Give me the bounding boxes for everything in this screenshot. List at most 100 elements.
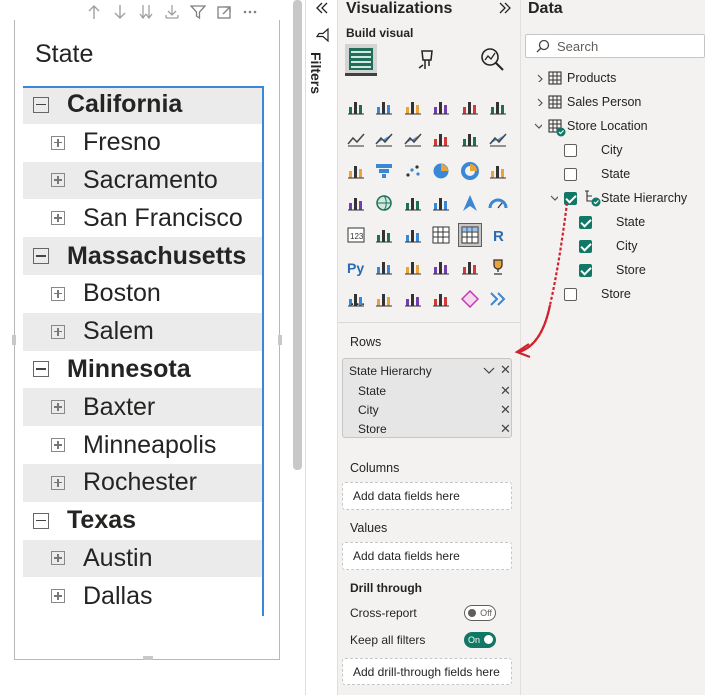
table-sales-person[interactable]: Sales Person xyxy=(567,95,641,109)
table-store-location[interactable]: Store Location xyxy=(567,119,648,133)
card-icon[interactable]: 123 xyxy=(345,224,367,246)
funnel-icon[interactable] xyxy=(373,160,395,182)
focus-mode-icon[interactable] xyxy=(214,2,234,22)
clustered-bar-icon[interactable] xyxy=(373,96,395,118)
rows-field[interactable]: State xyxy=(358,384,386,398)
more-visuals-button[interactable]: ... xyxy=(350,292,366,310)
collapse-icon[interactable] xyxy=(33,512,49,529)
100-column-icon[interactable] xyxy=(487,96,509,118)
matrix-city-row[interactable]: Baxter xyxy=(23,388,263,427)
collapse-pane-icon[interactable] xyxy=(498,1,512,15)
values-well[interactable]: Add data fields here xyxy=(342,542,512,570)
chevron-right-icon[interactable] xyxy=(536,74,544,82)
matrix-state-row[interactable]: California xyxy=(23,86,263,124)
line-column-icon[interactable] xyxy=(430,128,452,150)
table-products[interactable]: Products xyxy=(567,71,616,85)
pie-icon[interactable] xyxy=(430,160,452,182)
stacked-bar-icon[interactable] xyxy=(345,96,367,118)
close-icon[interactable]: ✕ xyxy=(500,402,511,418)
rows-field[interactable]: Store xyxy=(358,422,387,436)
resize-handle[interactable] xyxy=(143,656,153,660)
expand-icon[interactable] xyxy=(51,400,65,415)
collapse-icon[interactable] xyxy=(33,248,49,265)
hierarchy-store-checkbox[interactable] xyxy=(579,264,592,277)
close-icon[interactable]: ✕ xyxy=(500,383,511,399)
ribbon-icon[interactable] xyxy=(487,128,509,150)
rows-field[interactable]: City xyxy=(358,403,379,417)
search-input[interactable]: Search xyxy=(525,34,705,58)
donut-icon[interactable] xyxy=(459,160,481,182)
key-influencers-icon[interactable] xyxy=(373,256,395,278)
city-checkbox[interactable] xyxy=(564,144,577,157)
multi-row-card-icon[interactable] xyxy=(373,224,395,246)
filled-map-icon[interactable] xyxy=(402,192,424,214)
columns-well[interactable]: Add data fields here xyxy=(342,482,512,510)
matrix-city-row[interactable]: Rochester xyxy=(23,463,263,502)
treemap-alt-icon[interactable] xyxy=(345,192,367,214)
matrix-city-row[interactable]: San Francisco xyxy=(23,199,263,237)
expand-icon[interactable] xyxy=(51,324,65,339)
expand-icon[interactable] xyxy=(51,211,65,226)
expand-all-down-icon[interactable] xyxy=(136,2,156,22)
treemap-icon[interactable] xyxy=(487,160,509,182)
canvas-scrollbar[interactable] xyxy=(293,0,302,470)
expand-next-level-icon[interactable] xyxy=(162,2,182,22)
resize-handle[interactable] xyxy=(278,335,282,345)
matrix-city-row[interactable]: Fresno xyxy=(23,124,263,162)
waterfall-icon[interactable] xyxy=(345,160,367,182)
stacked-column-icon[interactable] xyxy=(402,96,424,118)
expand-pane-icon[interactable] xyxy=(315,2,329,14)
area-chart-icon[interactable] xyxy=(373,128,395,150)
narrative-icon[interactable] xyxy=(459,256,481,278)
filter-icon[interactable] xyxy=(188,2,208,22)
drill-down-icon[interactable] xyxy=(110,2,130,22)
close-icon[interactable]: ✕ xyxy=(500,421,511,437)
expand-icon[interactable] xyxy=(51,286,65,301)
chevron-down-icon[interactable] xyxy=(534,122,542,130)
matrix-state-row[interactable]: Minnesota xyxy=(23,351,263,389)
drill-up-icon[interactable] xyxy=(84,2,104,22)
rows-hierarchy-label[interactable]: State Hierarchy xyxy=(349,364,432,378)
build-visual-tab[interactable] xyxy=(345,44,377,76)
cross-report-toggle[interactable]: Off xyxy=(464,605,496,621)
matrix-city-row[interactable]: Austin xyxy=(23,539,263,578)
rows-well[interactable]: State Hierarchy ✕ State ✕ City ✕ Store ✕ xyxy=(342,358,512,438)
expand-icon[interactable] xyxy=(51,135,65,150)
matrix-icon[interactable] xyxy=(457,223,482,247)
decomposition-tree-icon[interactable] xyxy=(402,256,424,278)
matrix-city-row[interactable]: Dallas xyxy=(23,577,263,615)
shape-map-icon[interactable] xyxy=(430,192,452,214)
more-options-icon[interactable] xyxy=(240,2,260,22)
analytics-icon[interactable] xyxy=(479,46,505,72)
field-store[interactable]: Store xyxy=(601,287,631,301)
azure-map-icon[interactable] xyxy=(459,192,481,214)
hierarchy-city-checkbox[interactable] xyxy=(579,240,592,253)
metrics-icon[interactable] xyxy=(430,288,452,310)
hierarchy-level-state[interactable]: State xyxy=(616,215,645,229)
stacked-area-icon[interactable] xyxy=(402,128,424,150)
resize-handle[interactable] xyxy=(12,335,16,345)
matrix-city-row[interactable]: Sacramento xyxy=(23,161,263,200)
globe-map-icon[interactable] xyxy=(373,192,395,214)
collapse-icon[interactable] xyxy=(33,361,49,378)
matrix-city-row[interactable]: Boston xyxy=(23,275,263,313)
filters-pane[interactable]: Filters xyxy=(305,0,338,695)
hierarchy-level-city[interactable]: City xyxy=(616,239,638,253)
expand-icon[interactable] xyxy=(51,173,65,188)
diamond-icon[interactable] xyxy=(459,288,481,310)
scatter-icon[interactable] xyxy=(402,160,424,182)
expand-icon[interactable] xyxy=(51,438,65,453)
chevron-right-icon[interactable] xyxy=(536,98,544,106)
state-checkbox[interactable] xyxy=(564,168,577,181)
power-apps-icon[interactable] xyxy=(373,288,395,310)
expand-icon[interactable] xyxy=(51,475,65,490)
hierarchy-level-store[interactable]: Store xyxy=(616,263,646,277)
matrix-city-row[interactable]: Salem xyxy=(23,312,263,351)
100-bar-icon[interactable] xyxy=(459,96,481,118)
matrix-city-row[interactable]: Minneapolis xyxy=(23,426,263,464)
format-visual-icon[interactable] xyxy=(416,48,440,72)
drill-through-well[interactable]: Add drill-through fields here xyxy=(342,658,512,685)
line-clustered-icon[interactable] xyxy=(459,128,481,150)
matrix-state-row[interactable]: Texas xyxy=(23,502,263,540)
matrix-state-row[interactable]: Massachusetts xyxy=(23,237,263,275)
